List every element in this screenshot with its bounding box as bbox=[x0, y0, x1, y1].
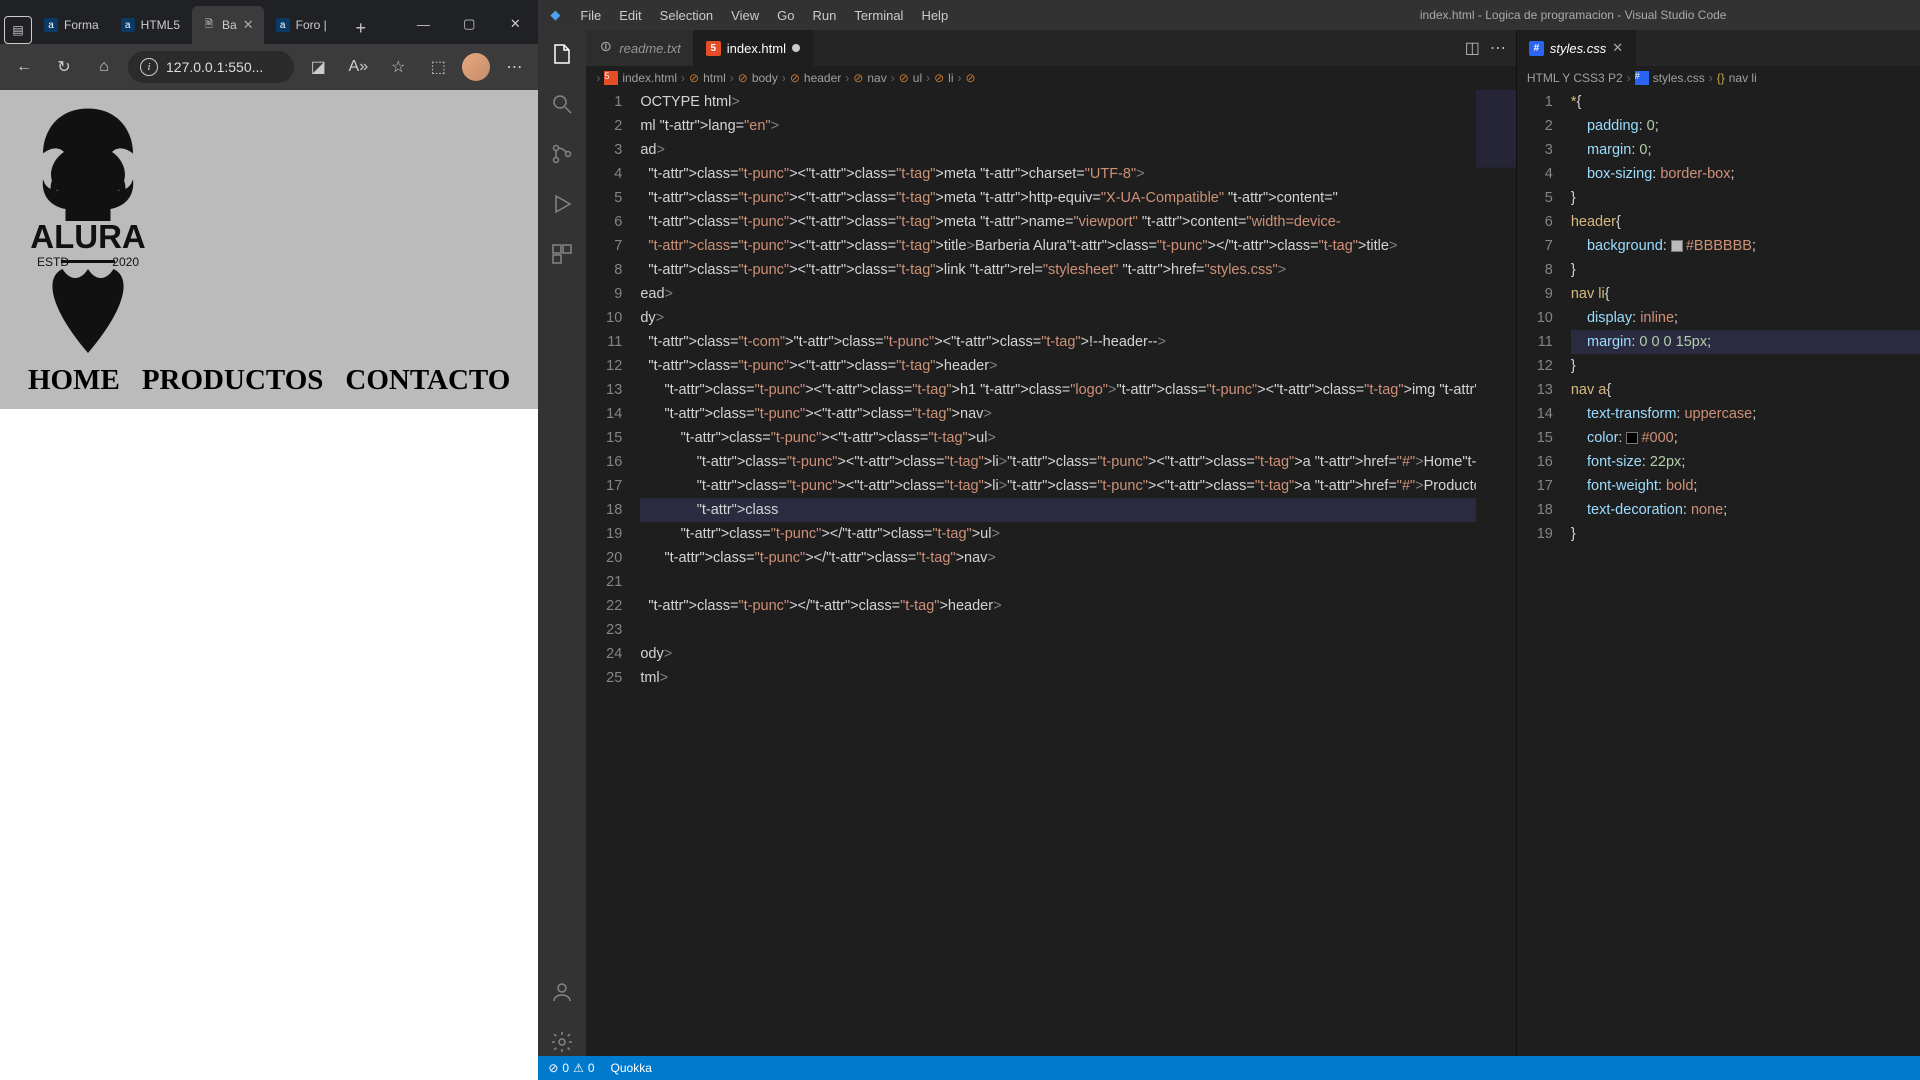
status-problems[interactable]: ⊘ 0 ⚠ 0 bbox=[548, 1061, 594, 1075]
back-button[interactable]: ← bbox=[8, 51, 40, 83]
editor-tab-active[interactable]: 5index.html bbox=[694, 30, 813, 66]
site-info-icon[interactable]: i bbox=[140, 58, 158, 76]
breadcrumb[interactable]: ›5index.html ›⊘html ›⊘body ›⊘header ›⊘na… bbox=[586, 66, 1516, 90]
address-bar[interactable]: i 127.0.0.1:550... bbox=[128, 51, 294, 83]
search-icon[interactable] bbox=[548, 90, 576, 118]
dirty-indicator-icon bbox=[792, 44, 800, 52]
menu-help[interactable]: Help bbox=[913, 5, 956, 26]
css3-icon: # bbox=[1529, 41, 1544, 56]
close-window-button[interactable]: ✕ bbox=[492, 4, 538, 44]
browser-tab-active[interactable]: 🗎Ba✕ bbox=[192, 6, 264, 44]
browser-tabstrip: ▤ aForma aHTML5 🗎Ba✕ aForo | + — ▢ ✕ bbox=[0, 0, 538, 44]
close-tab-icon[interactable]: ✕ bbox=[1612, 40, 1623, 56]
status-quokka[interactable]: Quokka bbox=[611, 1061, 652, 1075]
more-icon[interactable]: ⋯ bbox=[498, 51, 530, 83]
favorite-icon[interactable]: ☆ bbox=[382, 51, 414, 83]
editor-tab-active[interactable]: #styles.css✕ bbox=[1517, 30, 1636, 66]
browser-viewport: ALURA ESTD 2020 HOME PRODUCTOS CONTACTO bbox=[0, 90, 538, 1080]
code-editor-html[interactable]: 1234567891011121314151617181920212223242… bbox=[586, 90, 1516, 1056]
menu-run[interactable]: Run bbox=[804, 5, 844, 26]
menu-selection[interactable]: Selection bbox=[652, 5, 721, 26]
breadcrumb[interactable]: HTML Y CSS3 P2› #styles.css› {}nav li bbox=[1517, 66, 1920, 90]
profile-avatar[interactable] bbox=[462, 53, 490, 81]
menu-edit[interactable]: Edit bbox=[611, 5, 649, 26]
window-title: index.html - Logica de programacion - Vi… bbox=[956, 8, 1920, 22]
tab-actions-button[interactable]: ▤ bbox=[4, 16, 32, 44]
page-header: ALURA ESTD 2020 HOME PRODUCTOS CONTACTO bbox=[0, 90, 538, 409]
code-editor-css[interactable]: 12345678910111213141516171819 *{ padding… bbox=[1517, 90, 1920, 1056]
browser-tab[interactable]: aHTML5 bbox=[111, 6, 190, 44]
editor-group-left: 🛈readme.txt 5index.html ◫ ⋯ ›5index.html … bbox=[586, 30, 1517, 1056]
editor-tab[interactable]: 🛈readme.txt bbox=[586, 30, 693, 66]
read-aloud-icon[interactable]: A» bbox=[342, 51, 374, 83]
extensions-icon[interactable]: ⬚ bbox=[422, 51, 454, 83]
logo: ALURA ESTD 2020 bbox=[10, 98, 165, 358]
accounts-icon[interactable] bbox=[548, 978, 576, 1006]
menu-view[interactable]: View bbox=[723, 5, 767, 26]
svg-text:2020: 2020 bbox=[112, 255, 139, 269]
explorer-icon[interactable] bbox=[548, 40, 576, 68]
minimize-button[interactable]: — bbox=[400, 4, 446, 44]
source-control-icon[interactable] bbox=[548, 140, 576, 168]
more-icon[interactable]: ⋯ bbox=[1490, 38, 1506, 58]
nav-link[interactable]: CONTACTO bbox=[345, 364, 510, 397]
vscode-titlebar: ◆ File Edit Selection View Go Run Termin… bbox=[538, 0, 1920, 30]
browser-toolbar: ← ↻ ⌂ i 127.0.0.1:550... ◪ A» ☆ ⬚ ⋯ bbox=[0, 44, 538, 90]
run-debug-icon[interactable] bbox=[548, 190, 576, 218]
maximize-button[interactable]: ▢ bbox=[446, 4, 492, 44]
html5-icon: 5 bbox=[706, 41, 721, 56]
close-tab-icon[interactable]: ✕ bbox=[243, 17, 254, 33]
refresh-button[interactable]: ↻ bbox=[48, 51, 80, 83]
menu-bar: File Edit Selection View Go Run Terminal… bbox=[572, 5, 956, 26]
editor-tabbar: 🛈readme.txt 5index.html ◫ ⋯ bbox=[586, 30, 1516, 66]
status-bar: ⊘ 0 ⚠ 0 Quokka Ln 18, Col 41 Spaces: 4 U… bbox=[538, 1056, 1920, 1080]
svg-text:ALURA: ALURA bbox=[30, 218, 145, 255]
minimap[interactable] bbox=[1476, 90, 1516, 1056]
page-nav: HOME PRODUCTOS CONTACTO bbox=[10, 362, 528, 405]
settings-gear-icon[interactable] bbox=[548, 1028, 576, 1056]
editor-tabbar: #styles.css✕ ⋯ bbox=[1517, 30, 1920, 66]
nav-link[interactable]: HOME bbox=[28, 364, 120, 397]
reading-mode-icon[interactable]: ◪ bbox=[302, 51, 334, 83]
menu-go[interactable]: Go bbox=[769, 5, 802, 26]
menu-file[interactable]: File bbox=[572, 5, 609, 26]
editor-group-right: #styles.css✕ ⋯ HTML Y CSS3 P2› #styles.c… bbox=[1517, 30, 1920, 1056]
activity-bar bbox=[538, 30, 586, 1056]
extensions-icon[interactable] bbox=[548, 240, 576, 268]
nav-link[interactable]: PRODUCTOS bbox=[142, 364, 324, 397]
menu-terminal[interactable]: Terminal bbox=[846, 5, 911, 26]
vscode-logo-icon: ◆ bbox=[538, 7, 572, 23]
split-editor-icon[interactable]: ◫ bbox=[1465, 38, 1480, 58]
home-button[interactable]: ⌂ bbox=[88, 51, 120, 83]
vscode-window: ◆ File Edit Selection View Go Run Termin… bbox=[538, 0, 1920, 1080]
new-tab-button[interactable]: + bbox=[345, 12, 377, 44]
browser-tab[interactable]: aForma bbox=[34, 6, 109, 44]
edge-browser: ▤ aForma aHTML5 🗎Ba✕ aForo | + — ▢ ✕ ← ↻… bbox=[0, 0, 538, 1080]
url-text: 127.0.0.1:550... bbox=[166, 59, 263, 75]
browser-tab[interactable]: aForo | bbox=[266, 6, 337, 44]
file-icon: 🛈 bbox=[598, 41, 613, 56]
